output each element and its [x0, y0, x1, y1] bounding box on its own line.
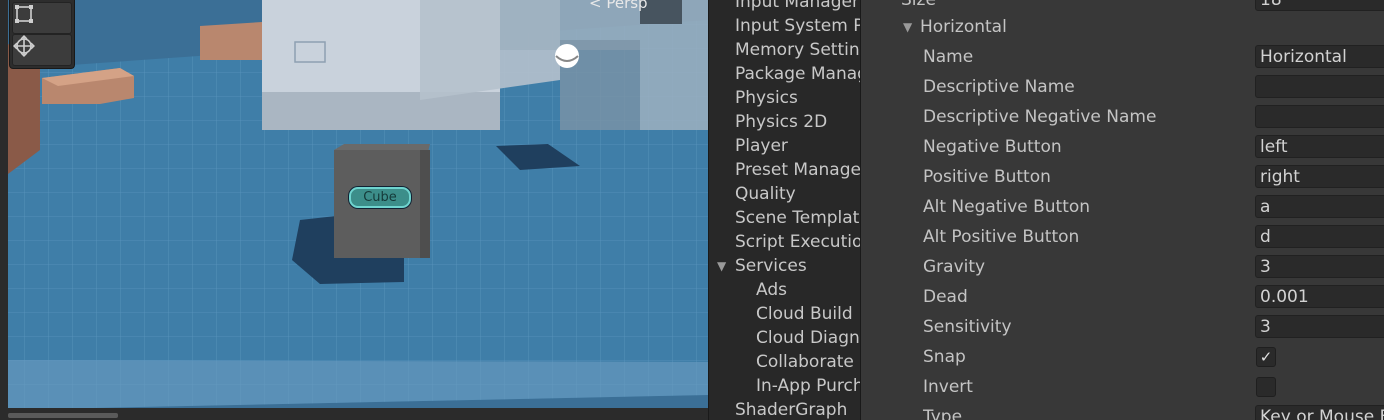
- nav-item[interactable]: ShaderGraph: [735, 398, 847, 420]
- property-row: Descriptive Negative Name: [861, 102, 1384, 132]
- checkmark-icon: ✓: [1259, 348, 1273, 366]
- nav-item-label: Player: [735, 136, 788, 156]
- property-row: Dead 0.001: [861, 282, 1384, 312]
- rect-tool-button[interactable]: [12, 2, 72, 34]
- nav-item[interactable]: Input System Package: [735, 14, 861, 38]
- property-field[interactable]: d: [1255, 225, 1384, 248]
- transform-tool-button[interactable]: [12, 34, 72, 66]
- property-field[interactable]: 0.001: [1255, 285, 1384, 308]
- nav-item-label: In-App Purchasing: [756, 376, 861, 396]
- property-label: Descriptive Name: [923, 77, 1075, 97]
- property-label: Snap: [923, 347, 966, 367]
- nav-item[interactable]: Script Execution Order: [735, 230, 861, 254]
- horizontal-foldout[interactable]: ▼ Horizontal: [861, 12, 1384, 42]
- nav-item[interactable]: Input Manager: [735, 0, 859, 14]
- nav-item[interactable]: Physics: [735, 86, 798, 110]
- nav-item-label: Ads: [756, 280, 787, 300]
- scene-canvas[interactable]: [0, 0, 708, 420]
- property-row: Positive Button right: [861, 162, 1384, 192]
- rect-tool-icon: [15, 5, 33, 23]
- nav-item[interactable]: Collaborate: [756, 350, 854, 374]
- tool-panel: [9, 0, 75, 69]
- property-field[interactable]: right: [1255, 165, 1384, 188]
- property-field[interactable]: [1255, 75, 1384, 98]
- property-label: Sensitivity: [923, 317, 1012, 337]
- property-row: Sensitivity 3: [861, 312, 1384, 342]
- nav-item-label: Input Manager: [735, 0, 859, 12]
- nav-item[interactable]: In-App Purchasing: [756, 374, 861, 398]
- property-label: Gravity: [923, 257, 986, 277]
- cube-label: Cube: [349, 187, 411, 208]
- property-row: Descriptive Name: [861, 72, 1384, 102]
- nav-item-label: Quality: [735, 184, 796, 204]
- nav-item-label: Physics: [735, 88, 798, 108]
- property-field[interactable]: Key or Mouse Button: [1255, 405, 1384, 420]
- size-field[interactable]: 18: [1255, 0, 1384, 11]
- nav-item-label: Services: [735, 256, 807, 276]
- property-label: Alt Positive Button: [923, 227, 1080, 247]
- nav-item-label: Scene Template: [735, 208, 861, 228]
- property-field[interactable]: 3: [1255, 315, 1384, 338]
- nav-item-label: Memory Settings: [735, 40, 861, 60]
- nav-item-label: Collaborate: [756, 352, 854, 372]
- property-label: Name: [923, 47, 974, 67]
- transform-tool-icon: [13, 35, 35, 57]
- nav-item-label: Preset Manager: [735, 160, 861, 180]
- foldout-label: Horizontal: [920, 17, 1007, 37]
- nav-item[interactable]: Cloud Diagnostics: [756, 326, 861, 350]
- property-label: Negative Button: [923, 137, 1062, 157]
- property-row: Snap ✓: [861, 342, 1384, 372]
- nav-item-label: ShaderGraph: [735, 400, 848, 420]
- nav-item-label: Package Manager: [735, 64, 861, 84]
- property-label: Invert: [923, 377, 973, 397]
- foldout-arrow-icon[interactable]: ▼: [903, 12, 912, 42]
- property-row: Gravity 3: [861, 252, 1384, 282]
- property-field[interactable]: Horizontal: [1255, 45, 1384, 68]
- nav-item[interactable]: Memory Settings: [735, 38, 861, 62]
- scene-scrollbar[interactable]: [8, 413, 118, 418]
- property-label: Positive Button: [923, 167, 1051, 187]
- property-checkbox[interactable]: [1256, 377, 1276, 397]
- property-row: Name Horizontal: [861, 42, 1384, 72]
- property-label: Dead: [923, 287, 968, 307]
- property-row: Negative Button left: [861, 132, 1384, 162]
- nav-item-label: Physics 2D: [735, 112, 828, 132]
- property-row: Alt Negative Button a: [861, 192, 1384, 222]
- nav-item[interactable]: Player: [735, 134, 788, 158]
- property-checkbox[interactable]: ✓: [1256, 347, 1276, 367]
- nav-item[interactable]: Services: [735, 254, 807, 278]
- property-field[interactable]: a: [1255, 195, 1384, 218]
- property-label: Alt Negative Button: [923, 197, 1091, 217]
- settings-category-list: Input Manager Input System Package Memory …: [708, 0, 861, 420]
- property-row: Type Key or Mouse Button: [861, 402, 1384, 420]
- property-field[interactable]: left: [1255, 135, 1384, 158]
- property-row: Alt Positive Button d: [861, 222, 1384, 252]
- property-field[interactable]: [1255, 105, 1384, 128]
- property-row: Invert: [861, 372, 1384, 402]
- nav-item-label: Cloud Diagnostics: [756, 328, 861, 348]
- expand-arrow-icon[interactable]: ▼: [717, 254, 731, 278]
- property-field[interactable]: 3: [1255, 255, 1384, 278]
- input-manager-inspector: Size 18 ▼ Horizontal Name Horizontal Descr…: [860, 0, 1384, 420]
- nav-item[interactable]: Scene Template: [735, 206, 861, 230]
- scene-view[interactable]: < Persp Cube: [0, 0, 708, 420]
- nav-item[interactable]: Quality: [735, 182, 796, 206]
- nav-item[interactable]: Ads: [756, 278, 787, 302]
- nav-item[interactable]: Package Manager: [735, 62, 861, 86]
- nav-item[interactable]: Cloud Build: [756, 302, 853, 326]
- nav-item-label: Script Execution Order: [735, 232, 861, 252]
- nav-item[interactable]: Preset Manager: [735, 158, 861, 182]
- persp-label[interactable]: < Persp: [589, 0, 648, 12]
- property-label: Descriptive Negative Name: [923, 107, 1157, 127]
- nav-item-label: Cloud Build: [756, 304, 853, 324]
- property-label: Type: [923, 407, 963, 420]
- nav-item-label: Input System Package: [735, 16, 861, 36]
- nav-item[interactable]: Physics 2D: [735, 110, 827, 134]
